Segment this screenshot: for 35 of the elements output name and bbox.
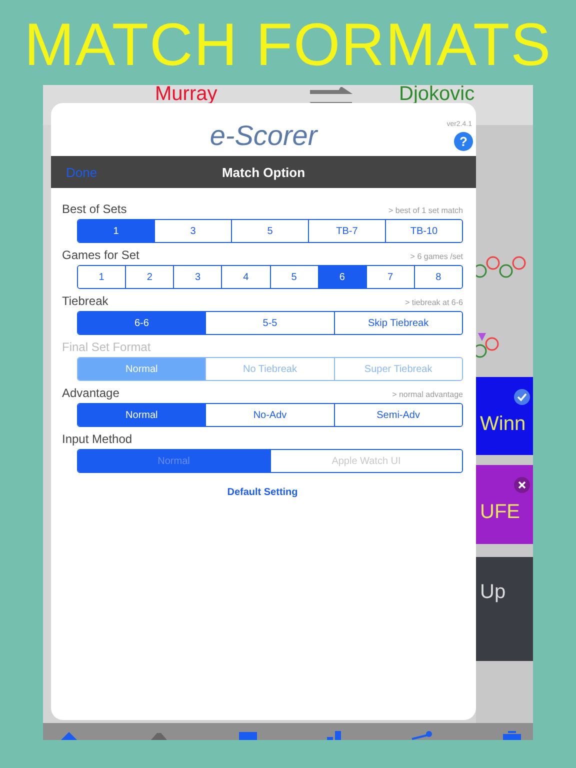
chart-icon[interactable] (327, 731, 341, 740)
app-title: e-Scorer (210, 120, 318, 152)
setting-hint: > normal advantage (392, 390, 463, 399)
player-name: Djokovic (399, 85, 475, 103)
setting-hint: > best of 1 set match (388, 206, 463, 215)
stat-button[interactable]: UFE (476, 465, 533, 544)
trash-icon[interactable] (503, 731, 521, 740)
section-label: Games for Set (62, 248, 140, 262)
check-icon (514, 389, 530, 405)
segment-option[interactable]: 1 (78, 220, 154, 242)
player-name: Murray (155, 85, 218, 103)
help-button[interactable]: ? (454, 132, 473, 151)
close-icon (514, 477, 530, 493)
segment-option[interactable]: Semi-Adv (334, 404, 462, 426)
segment-option[interactable]: 6 (318, 266, 366, 288)
section-label: Advantage (62, 386, 120, 400)
section-label: Final Set Format (62, 340, 151, 354)
section-label: Best of Sets (62, 202, 127, 216)
home-icon[interactable] (59, 731, 79, 740)
graph-icon[interactable] (411, 731, 433, 740)
segment-option[interactable]: Skip Tiebreak (334, 312, 462, 334)
headline: MATCH FORMATS (23, 10, 553, 80)
setting-hint: > 6 games /set (410, 252, 463, 261)
segment-option[interactable]: Normal (78, 404, 206, 426)
default-setting-link[interactable]: Default Setting (221, 486, 304, 499)
section-label: Tiebreak (62, 294, 108, 308)
setting-hint: > tiebreak at 6-6 (404, 298, 463, 307)
stat-button[interactable]: Winn (476, 377, 533, 455)
card-icon[interactable] (239, 731, 257, 740)
segment-option[interactable]: 6-6 (78, 312, 206, 334)
stat-button[interactable]: Up (476, 557, 533, 661)
segment-option[interactable]: 8 (414, 266, 462, 288)
section-label: Input Method (62, 432, 132, 446)
segment-option[interactable]: TB-10 (385, 220, 462, 242)
nav-title: Match Option (222, 164, 306, 180)
